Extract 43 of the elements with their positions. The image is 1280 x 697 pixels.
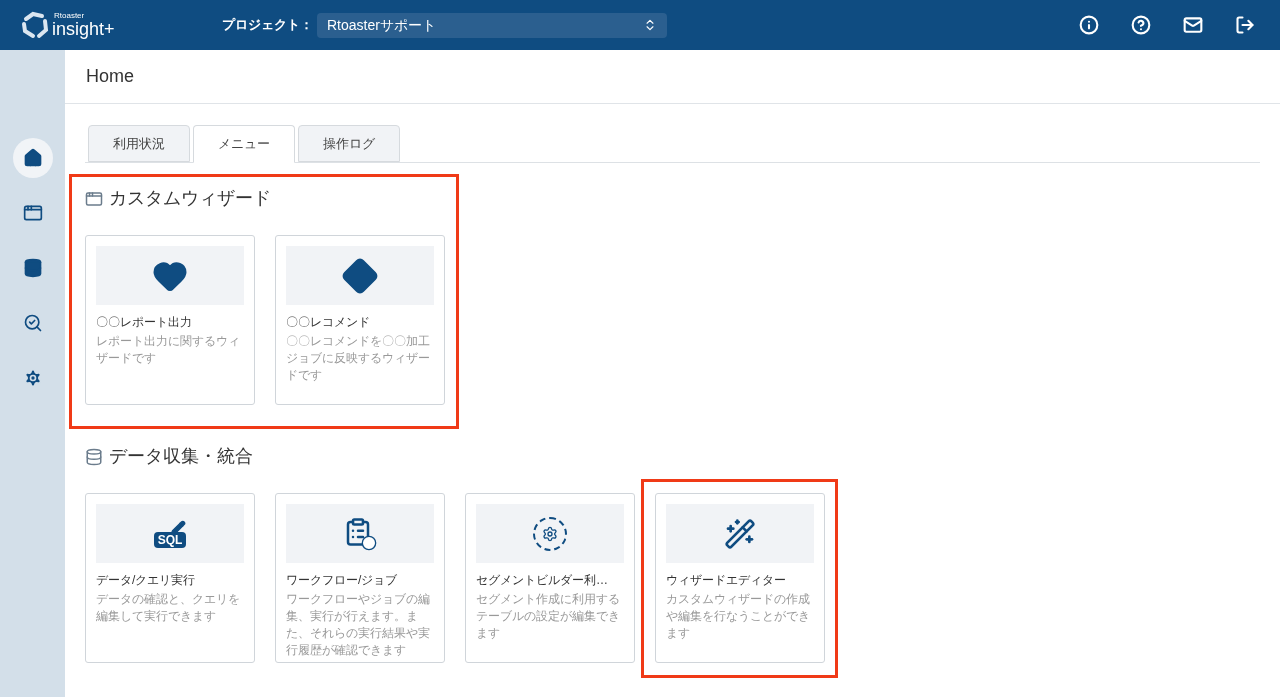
card-title: データ/クエリ実行: [96, 572, 197, 589]
card-title: ワークフロー/ジョブ: [286, 572, 399, 589]
section-title: カスタムウィザード: [109, 187, 271, 210]
menu-card[interactable]: 〇〇レポート出力 レポート出力に関するウィザードです: [85, 235, 255, 405]
section-title: データ収集・統合: [109, 445, 253, 468]
menu-card[interactable]: 〇〇レコメンド 〇〇レコメンドを〇〇加工ジョブに反映するウィザードです: [275, 235, 445, 405]
menu-card[interactable]: セグメントビルダー利… セグメント作成に利用するテーブルの設定が編集できます: [465, 493, 635, 663]
menu-card[interactable]: SQL データ/クエリ実行 データの確認と、クエリを編集して実行できます: [85, 493, 255, 663]
window-icon: [85, 189, 103, 208]
project-select[interactable]: Rtoasterサポート: [317, 12, 667, 38]
card-description: ワークフローやジョブの編集、実行が行えます。また、それらの実行結果や実行履歴が確認できます: [286, 591, 431, 659]
project-label: プロジェクト：: [222, 16, 313, 35]
card-description: セグメント作成に利用するテーブルの設定が編集できます: [476, 591, 621, 642]
home-icon: [22, 148, 43, 168]
sidebar-item[interactable]: [12, 138, 53, 178]
tab[interactable]: 利用状況: [88, 125, 190, 162]
logo-text: insight+: [52, 20, 115, 38]
help-icon[interactable]: [1131, 15, 1151, 35]
tab[interactable]: 操作ログ: [298, 125, 400, 162]
logo-small-text: Rtoaster: [54, 12, 86, 20]
card-description: カスタムウィザードの作成や編集を行なうことができます: [666, 591, 811, 642]
window-icon: [22, 203, 43, 223]
mail-icon[interactable]: [1183, 15, 1203, 35]
tab[interactable]: メニュー: [193, 125, 295, 163]
card-description: データの確認と、クエリを編集して実行できます: [96, 591, 241, 625]
logo-mark-icon: [20, 10, 50, 40]
people-gear-icon: [533, 516, 567, 551]
menu-card[interactable]: ワークフロー/ジョブ ワークフローやジョブの編集、実行が行えます。また、それらの実行結果や実行履歴が確認できます: [275, 493, 445, 663]
card-title: セグメントビルダー利…: [476, 572, 609, 589]
database-icon: [22, 258, 43, 278]
menu-card[interactable]: ウィザードエディター カスタムウィザードの作成や編集を行なうことができます: [655, 493, 825, 663]
card-description: レポート出力に関するウィザードです: [96, 333, 241, 367]
card-title: 〇〇レコメンド: [286, 314, 371, 331]
database-icon: [85, 447, 103, 466]
search-icon: [22, 313, 43, 333]
card-title: ウィザードエディター: [666, 572, 787, 589]
info-icon[interactable]: [1079, 15, 1099, 35]
logout-icon[interactable]: [1235, 15, 1255, 35]
magic-wand-icon: [724, 517, 756, 550]
card-title: 〇〇レポート出力: [96, 314, 193, 331]
page-title: Home: [86, 65, 134, 88]
diamond-icon: [341, 256, 379, 295]
card-description: 〇〇レコメンドを〇〇加工ジョブに反映するウィザードです: [286, 333, 431, 384]
